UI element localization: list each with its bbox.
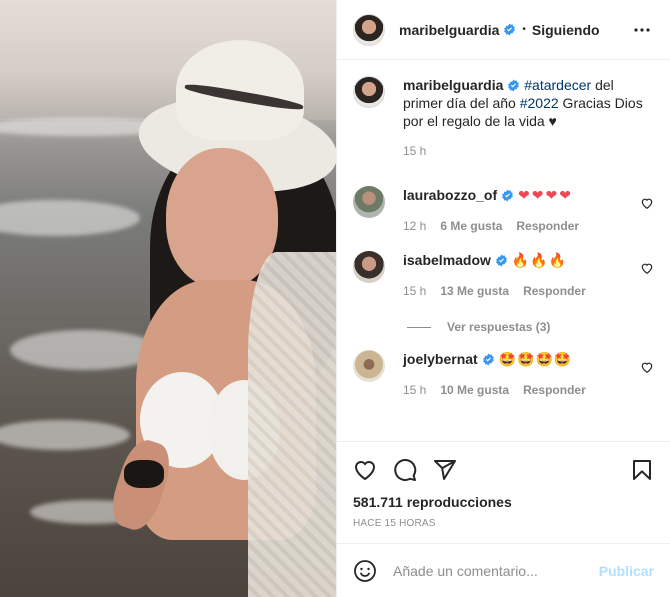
comment-item: joelybernat 🤩🤩🤩🤩 15 h 10 Me gusta Respon… — [353, 350, 654, 399]
verified-badge-icon — [502, 189, 513, 202]
commenter-username[interactable]: isabelmadow — [403, 252, 491, 268]
commenter-username[interactable]: joelybernat — [403, 351, 478, 367]
post-side-panel: maribelguardia • Siguiendo maribelguardi… — [336, 0, 670, 597]
wave — [0, 420, 130, 450]
verified-badge-icon — [496, 254, 507, 267]
caption-avatar[interactable] — [353, 76, 385, 108]
view-replies-button[interactable]: Ver respuestas (3) — [407, 320, 654, 334]
post-timestamp[interactable]: HACE 15 HORAS — [353, 518, 654, 543]
post-video[interactable] — [0, 0, 336, 597]
views-count[interactable]: 581.711 reproducciones — [353, 494, 654, 510]
comment-bubble-icon[interactable] — [393, 458, 417, 482]
commenter-avatar[interactable] — [353, 251, 385, 283]
publish-button[interactable]: Publicar — [599, 563, 654, 579]
comment-text: 🔥🔥🔥 — [511, 253, 568, 269]
comment-time[interactable]: 12 h — [403, 217, 426, 235]
post-header: maribelguardia • Siguiendo — [337, 0, 670, 60]
replies-divider — [407, 326, 431, 328]
more-options-icon[interactable] — [630, 18, 654, 42]
author-avatar[interactable] — [353, 13, 385, 46]
share-send-icon[interactable] — [433, 458, 457, 482]
like-comment-heart-icon[interactable] — [640, 196, 654, 210]
view-replies-label: Ver respuestas (3) — [447, 320, 551, 334]
comment-likes[interactable]: 13 Me gusta — [440, 282, 509, 300]
hashtag-link[interactable]: #2022 — [520, 95, 559, 111]
action-bar — [353, 450, 654, 490]
reply-button[interactable]: Responder — [523, 282, 586, 300]
caption: maribelguardia #atardecer del primer día… — [353, 76, 654, 160]
comment-text: ❤❤❤❤ — [518, 188, 573, 204]
caption-time[interactable]: 15 h — [403, 142, 426, 160]
verified-badge-icon — [508, 79, 520, 92]
caption-username[interactable]: maribelguardia — [403, 77, 503, 93]
bracelet — [124, 460, 164, 488]
hashtag-link[interactable]: #atardecer — [524, 77, 591, 93]
like-heart-icon[interactable] — [353, 458, 377, 482]
comment-likes[interactable]: 10 Me gusta — [440, 381, 509, 399]
reply-button[interactable]: Responder — [523, 381, 586, 399]
comment-text: 🤩🤩🤩🤩 — [498, 352, 573, 368]
commenter-username[interactable]: laurabozzo_of — [403, 187, 497, 203]
wave — [0, 200, 140, 236]
comment-item: isabelmadow 🔥🔥🔥 15 h 13 Me gusta Respond… — [353, 251, 654, 300]
like-comment-heart-icon[interactable] — [640, 261, 654, 275]
comment-composer: Publicar — [337, 543, 670, 597]
save-bookmark-icon[interactable] — [630, 458, 654, 482]
emoji-smiley-icon[interactable] — [353, 559, 377, 583]
comment-item: laurabozzo_of ❤❤❤❤ 12 h 6 Me gusta Respo… — [353, 186, 654, 235]
comment-time[interactable]: 15 h — [403, 381, 426, 399]
commenter-avatar[interactable] — [353, 186, 385, 218]
comment-input[interactable] — [393, 562, 599, 579]
author-username[interactable]: maribelguardia — [399, 22, 499, 38]
commenter-avatar[interactable] — [353, 350, 385, 382]
reply-button[interactable]: Responder — [516, 217, 579, 235]
comments-section: maribelguardia #atardecer del primer día… — [337, 60, 670, 441]
instagram-post-modal: maribelguardia • Siguiendo maribelguardi… — [0, 0, 670, 597]
lace-cover-up — [248, 252, 336, 597]
comment-time[interactable]: 15 h — [403, 282, 426, 300]
like-comment-heart-icon[interactable] — [640, 360, 654, 374]
verified-badge-icon — [482, 353, 494, 366]
verified-badge-icon — [504, 23, 516, 36]
comment-likes[interactable]: 6 Me gusta — [440, 217, 502, 235]
separator-dot: • — [522, 24, 526, 35]
following-button[interactable]: Siguiendo — [532, 22, 600, 38]
post-actions: 581.711 reproducciones HACE 15 HORAS — [337, 441, 670, 543]
